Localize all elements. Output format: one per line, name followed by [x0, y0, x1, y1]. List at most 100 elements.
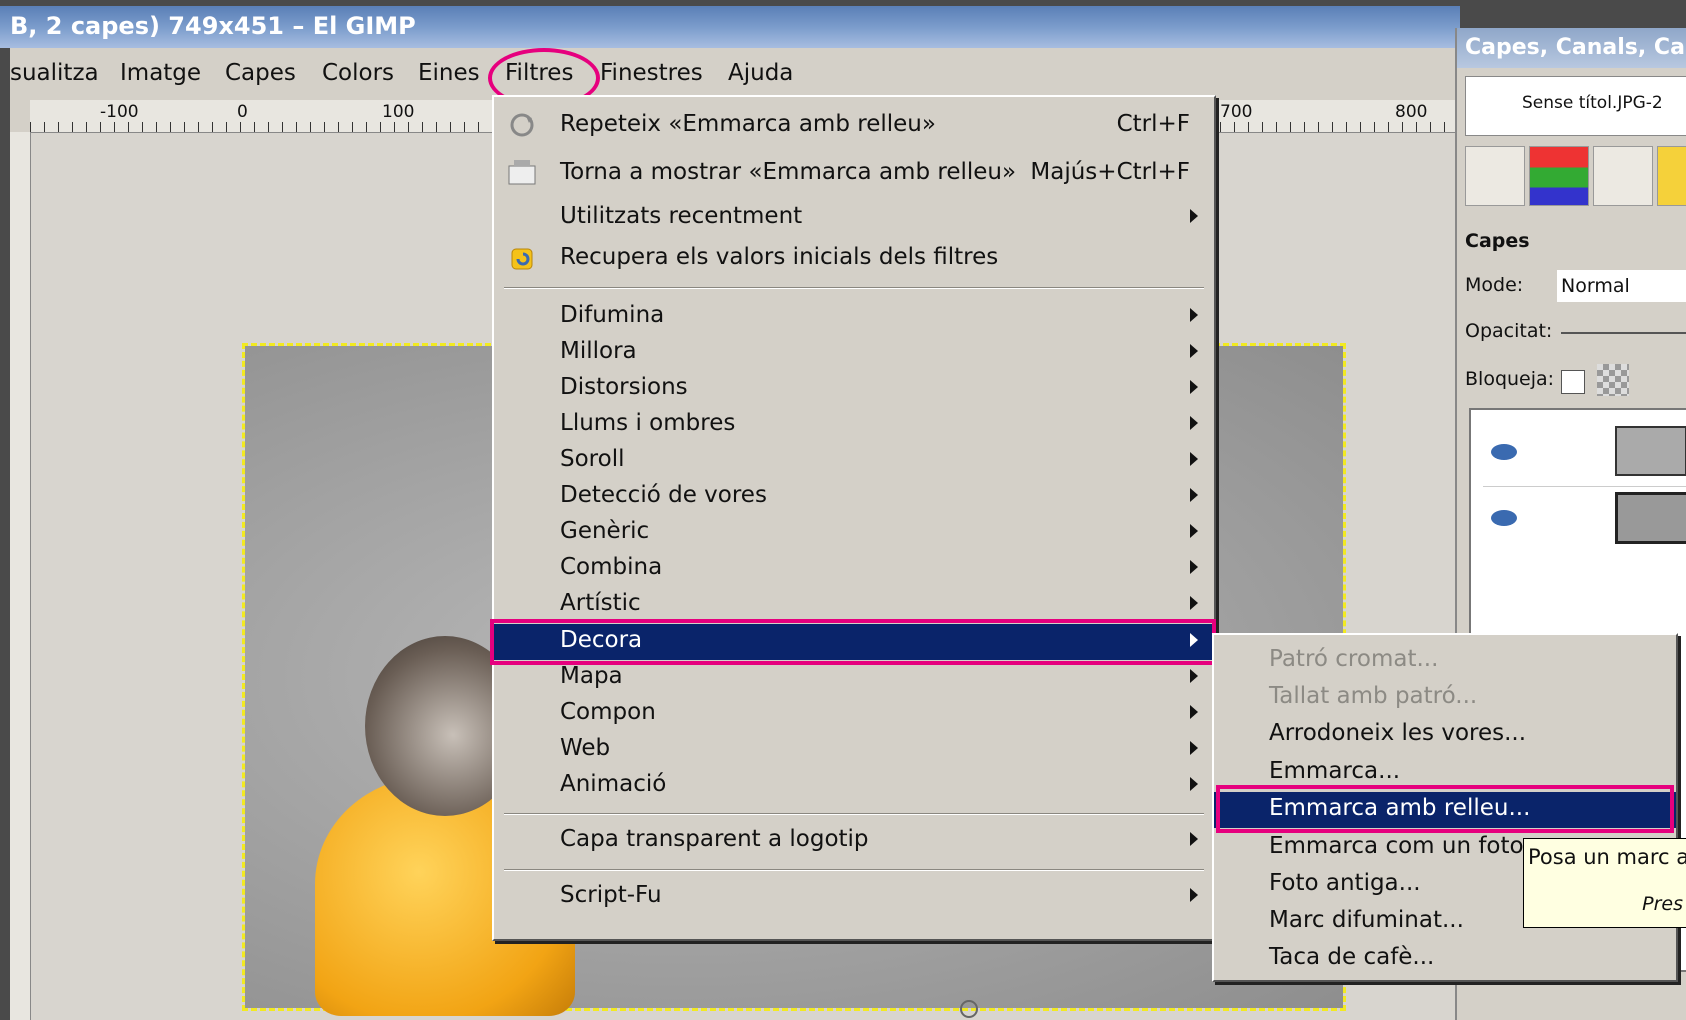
menu-item-label: Millora: [560, 338, 637, 364]
channels-tab-icon[interactable]: [1529, 146, 1589, 206]
ruler-label: -100: [100, 102, 139, 122]
submenu-arrow-icon: [1190, 705, 1198, 719]
menu-item-deteccio-vores[interactable]: Detecció de vores: [494, 479, 1214, 515]
tooltip-hint: Pres: [1642, 893, 1683, 915]
menu-item-label: Combina: [560, 554, 663, 580]
submenu-arrow-icon: [1190, 777, 1198, 791]
submenu-item-label: Patró cromat...: [1269, 646, 1439, 672]
submenu-item-arrodoneix-vores[interactable]: Arrodoneix les vores...: [1214, 717, 1676, 753]
menu-item-combina[interactable]: Combina: [494, 551, 1214, 587]
menu-item-difumina[interactable]: Difumina: [494, 299, 1214, 335]
menu-visualitza[interactable]: sualitza: [10, 60, 99, 86]
layer-thumbnail: [1615, 426, 1686, 476]
submenu-arrow-icon: [1190, 344, 1198, 358]
menu-ajuda[interactable]: Ajuda: [728, 60, 793, 86]
shortcut-label: Ctrl+F: [1116, 111, 1190, 137]
menu-finestres[interactable]: Finestres: [600, 60, 703, 86]
menu-item-label: Artístic: [560, 590, 641, 616]
menu-item-millora[interactable]: Millora: [494, 335, 1214, 371]
menu-item-web[interactable]: Web: [494, 732, 1214, 768]
lock-alpha-icon[interactable]: [1597, 364, 1629, 396]
submenu-item-label: Marc difuminat...: [1269, 907, 1464, 933]
layer-row[interactable]: [1483, 426, 1686, 487]
submenu-item-label: Foto antiga...: [1269, 870, 1421, 896]
emmarca-relleu-highlight-box: [1216, 785, 1674, 833]
menu-item-animacio[interactable]: Animació: [494, 768, 1214, 804]
layer-row[interactable]: [1483, 492, 1686, 552]
opacity-slider[interactable]: [1561, 332, 1686, 334]
shortcut-label: Majús+Ctrl+F: [1030, 159, 1190, 185]
submenu-arrow-icon: [1190, 741, 1198, 755]
menu-item-generic[interactable]: Genèric: [494, 515, 1214, 551]
submenu-item-label: Taca de cafè...: [1269, 944, 1435, 970]
image-tab-label: Sense títol.JPG-2: [1522, 93, 1663, 113]
submenu-arrow-icon: [1190, 560, 1198, 574]
menu-item-label: Capa transparent a logotip: [560, 826, 869, 852]
menu-item-artistic[interactable]: Artístic: [494, 587, 1214, 623]
menu-item-logotip[interactable]: Capa transparent a logotip: [494, 823, 1214, 859]
submenu-item-patro-cromat: Patró cromat...: [1214, 643, 1676, 679]
submenu-arrow-icon: [1190, 488, 1198, 502]
ruler-label: 800: [1395, 102, 1428, 122]
paths-tab-icon[interactable]: [1593, 146, 1653, 206]
tooltip: Posa un marc a Pres: [1523, 838, 1686, 928]
mode-label: Mode:: [1465, 274, 1524, 296]
menu-item-mapa[interactable]: Mapa: [494, 660, 1214, 696]
submenu-arrow-icon: [1190, 452, 1198, 466]
visibility-eye-icon[interactable]: [1491, 510, 1517, 526]
menu-item-reset[interactable]: Recupera els valors inicials dels filtre…: [494, 241, 1214, 277]
menu-item-label: Soroll: [560, 446, 625, 472]
menu-separator: [504, 869, 1204, 871]
submenu-arrow-icon: [1190, 380, 1198, 394]
menu-imatge[interactable]: Imatge: [120, 60, 201, 86]
menu-capes[interactable]: Capes: [225, 60, 296, 86]
menu-item-reshow[interactable]: Torna a mostrar «Emmarca amb relleu» Maj…: [494, 156, 1214, 192]
lock-label: Bloqueja:: [1465, 368, 1555, 390]
menubar: sualitza Imatge Capes Colors Eines Filtr…: [10, 48, 1455, 108]
menu-item-label: Utilitzats recentment: [560, 203, 803, 229]
menu-item-script-fu[interactable]: Script-Fu: [494, 879, 1214, 915]
opacity-label: Opacitat:: [1465, 320, 1553, 342]
submenu-item-label: Emmarca com un fotogr: [1269, 833, 1548, 859]
menu-item-compon[interactable]: Compon: [494, 696, 1214, 732]
lock-pixels-checkbox[interactable]: [1561, 370, 1585, 394]
ruler-label: 0: [237, 102, 248, 122]
menu-item-label: Distorsions: [560, 374, 688, 400]
menu-item-label: Llums i ombres: [560, 410, 736, 436]
menu-item-label: Torna a mostrar «Emmarca amb relleu»: [560, 159, 1017, 185]
undo-tab-icon[interactable]: [1657, 146, 1686, 206]
submenu-arrow-icon: [1190, 832, 1198, 846]
menu-colors[interactable]: Colors: [322, 60, 394, 86]
menu-item-label: Repeteix «Emmarca amb relleu»: [560, 111, 936, 137]
submenu-arrow-icon: [1190, 524, 1198, 538]
layers-tab-icon[interactable]: [1465, 146, 1525, 206]
submenu-arrow-icon: [1190, 596, 1198, 610]
repeat-icon: [506, 110, 538, 140]
ruler-label: 700: [1220, 102, 1253, 122]
gimp-screenshot: B, 2 capes) 749x451 – El GIMP sualitza I…: [0, 0, 1686, 1020]
mode-select[interactable]: Normal: [1557, 270, 1686, 302]
decora-submenu: Patró cromat... Tallat amb patró... Arro…: [1212, 633, 1678, 982]
submenu-item-tallat-patro: Tallat amb patró...: [1214, 680, 1676, 716]
visibility-eye-icon[interactable]: [1491, 444, 1517, 460]
menu-item-soroll[interactable]: Soroll: [494, 443, 1214, 479]
menu-item-distorsions[interactable]: Distorsions: [494, 371, 1214, 407]
menu-eines[interactable]: Eines: [418, 60, 480, 86]
submenu-item-label: Tallat amb patró...: [1269, 683, 1478, 709]
layer-thumbnail: [1615, 492, 1686, 544]
menu-item-llums-ombres[interactable]: Llums i ombres: [494, 407, 1214, 443]
filters-menu: Repeteix «Emmarca amb relleu» Ctrl+F Tor…: [490, 95, 1216, 941]
submenu-arrow-icon: [1190, 308, 1198, 322]
menu-item-label: Detecció de vores: [560, 482, 767, 508]
submenu-arrow-icon: [1190, 888, 1198, 902]
menu-item-repeat[interactable]: Repeteix «Emmarca amb relleu» Ctrl+F: [494, 108, 1214, 144]
menu-item-recent[interactable]: Utilitzats recentment: [494, 200, 1214, 236]
menu-item-label: Mapa: [560, 663, 623, 689]
image-selector[interactable]: Sense títol.JPG-2: [1465, 76, 1686, 136]
submenu-arrow-icon: [1190, 669, 1198, 683]
submenu-item-taca-cafe[interactable]: Taca de cafè...: [1214, 941, 1676, 977]
submenu-item-label: Emmarca...: [1269, 758, 1401, 784]
layers-section-title: Capes: [1465, 230, 1530, 252]
menu-separator: [504, 287, 1204, 289]
submenu-arrow-icon: [1190, 209, 1198, 223]
